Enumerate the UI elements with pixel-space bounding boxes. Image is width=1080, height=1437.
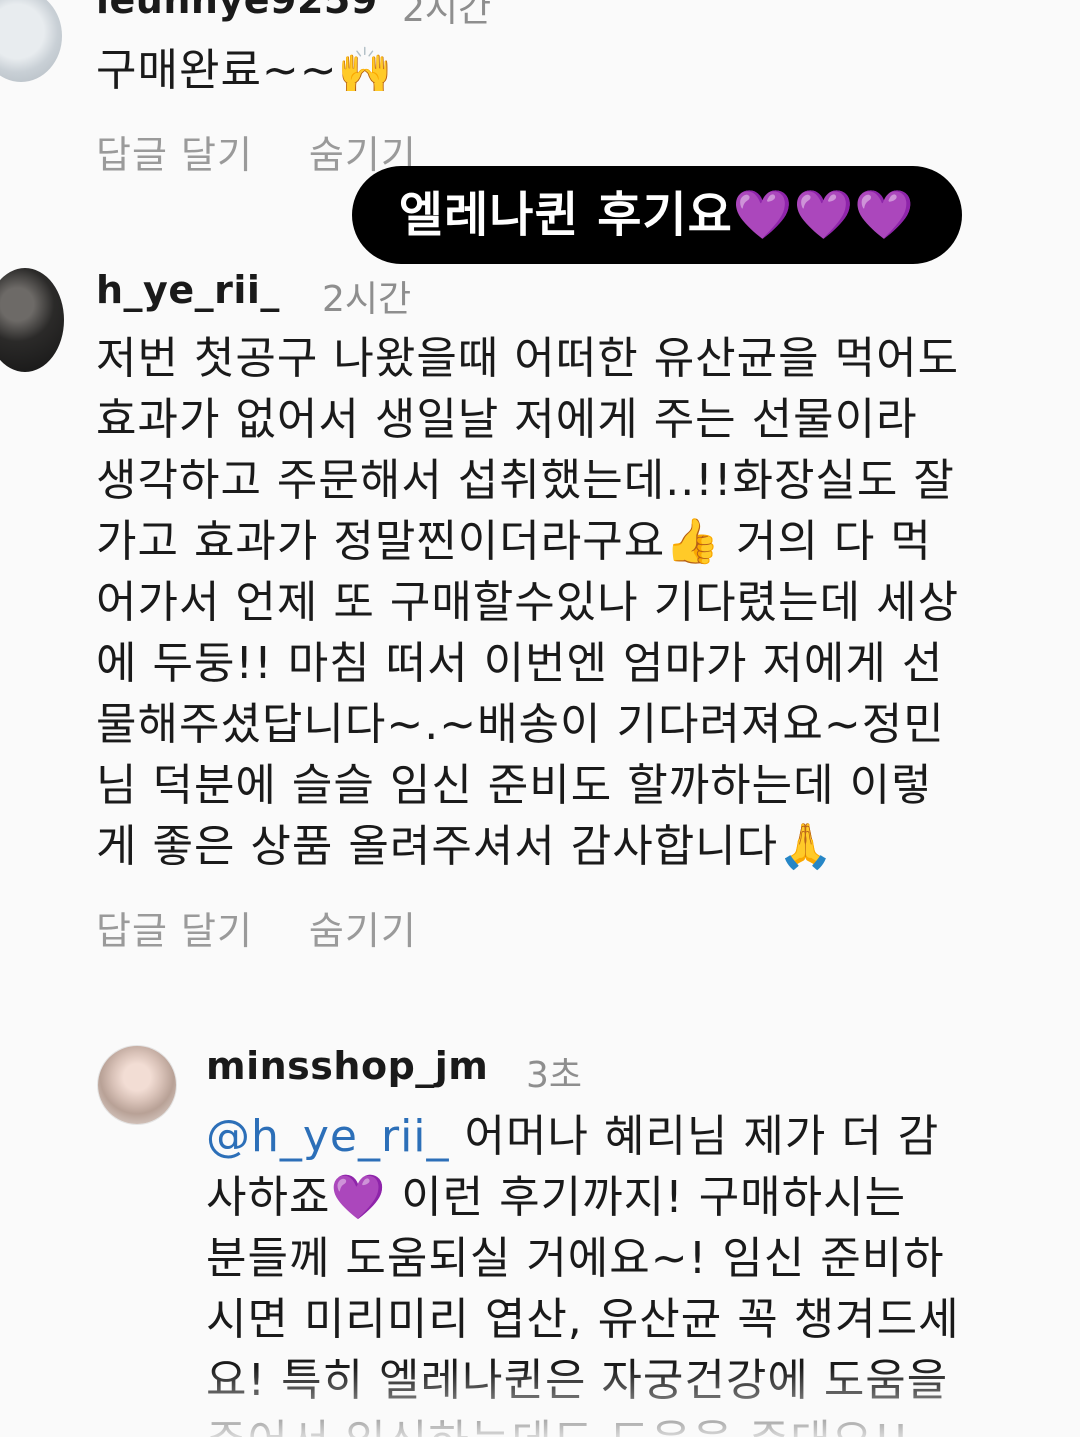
comment-username[interactable]: leunnye9259: [96, 0, 378, 22]
avatar[interactable]: [98, 1046, 176, 1124]
bottom-fade: [0, 1367, 1080, 1437]
comment-text: 저번 첫공구 나왔을때 어떠한 유산균을 먹어도 효과가 없어서 생일날 저에게…: [96, 333, 960, 872]
reply-time: 3초: [526, 1055, 583, 1096]
comment-thread: leunnye9259 2시간 구매완료~~🙌 답글 달기 숨기기 엘레나퀸 후기…: [0, 0, 1080, 1437]
reply-text-first-line: 어머나 혜리님 제가 더 감: [449, 1111, 940, 1162]
reply-button[interactable]: 답글 달기: [96, 909, 253, 953]
story-caption-overlay: 엘레나퀸 후기요💜💜💜: [352, 166, 962, 264]
comment-username[interactable]: h_ye_rii_: [96, 268, 280, 312]
comment-actions: 답글 달기 숨기기: [96, 900, 473, 955]
hide-button[interactable]: 숨기기: [309, 909, 417, 953]
mention-link[interactable]: @h_ye_rii_: [206, 1111, 450, 1162]
avatar[interactable]: [0, 268, 64, 372]
comment-time: 2시간: [402, 0, 492, 30]
avatar[interactable]: [0, 0, 62, 82]
comment-time: 2시간: [322, 279, 412, 320]
reply-username[interactable]: minsshop_jm: [206, 1044, 488, 1088]
reply-button[interactable]: 답글 달기: [96, 133, 253, 177]
comment-text: 구매완료~~🙌: [96, 45, 394, 96]
